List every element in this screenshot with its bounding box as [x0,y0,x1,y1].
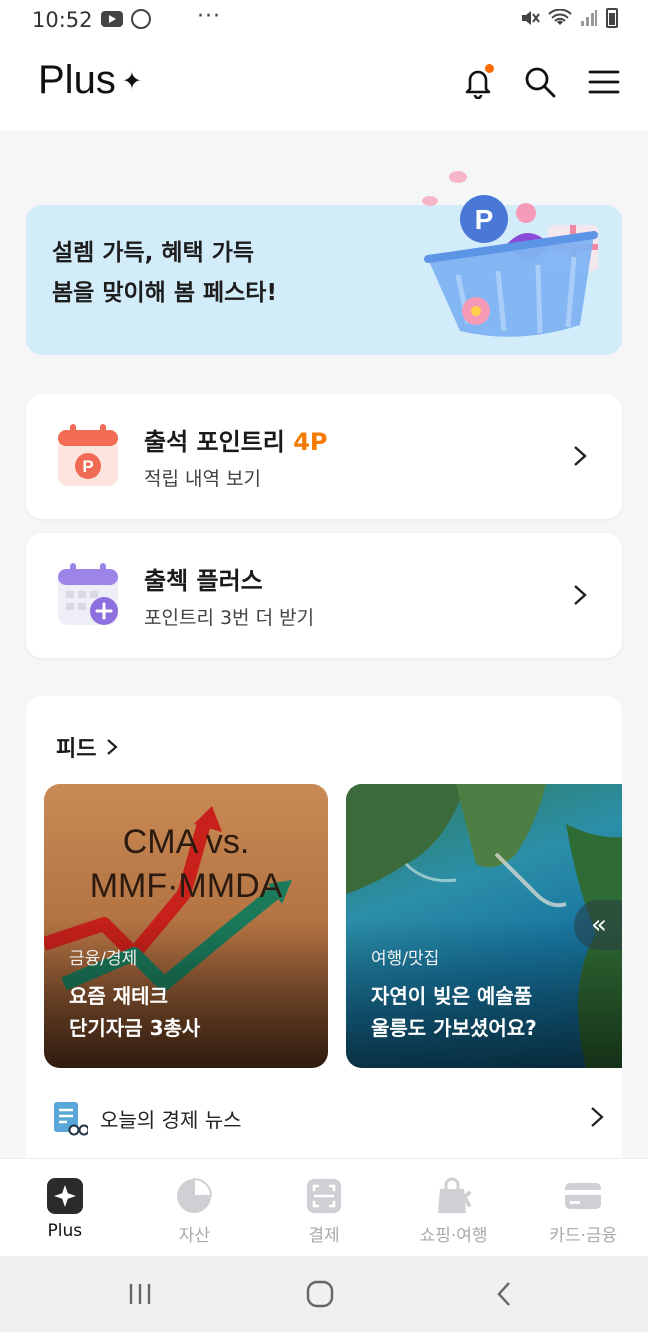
tab-label: 자산 [178,1226,211,1246]
home-button[interactable] [300,1276,340,1312]
tab-assets[interactable]: 자산 [130,1159,260,1256]
economic-news-row[interactable]: 오늘의 경제 뉴스 [52,1096,612,1140]
tab-label: 카드·금융 [549,1226,618,1246]
banner-line-2: 봄을 맞이해 봄 페스타! [52,280,277,306]
tab-card-finance[interactable]: 카드·금융 [518,1159,648,1256]
shopping-bag-icon [435,1177,473,1215]
system-nav-bar [0,1256,648,1332]
notification-dot [485,64,494,73]
youtube-icon [101,11,123,27]
pie-chart-icon [175,1177,213,1215]
feed-card-title-line-1: 자연이 빚은 예술품 [371,984,533,1008]
tab-label: 결제 [308,1226,340,1246]
promo-banner[interactable]: 설렘 가득, 혜택 가득 봄을 맞이해 봄 페스타! P [26,171,622,355]
status-indicators [520,8,618,28]
feed-card-title-line-2: 울릉도 가보셨어요? [371,1016,537,1040]
recent-apps-button[interactable] [120,1276,160,1312]
calendar-points-icon: P [58,424,118,486]
hamburger-icon [588,70,620,94]
feed-card-title-line-2: 단기자금 3총사 [69,1016,201,1040]
tab-payment[interactable]: 결제 [259,1159,389,1256]
wifi-icon [548,9,572,25]
svg-text:P: P [82,457,93,476]
app-header: Plus ✦ [0,40,648,130]
feed-card-category: 금융/경제 [69,949,138,969]
chevron-right-icon [574,585,587,605]
status-bar: 10:52 ··· [0,0,648,40]
home-icon [306,1280,334,1308]
feed-card-finance[interactable]: CMA vs. MMF·MMDA 금융/경제 요즘 재테크 단기자금 3총사 [44,784,328,1068]
chevron-right-icon [574,446,587,466]
bottom-tab-bar: Plus 자산 결제 쇼핑·여행 카드·금융 [0,1158,648,1256]
feed-section: 피드 CMA vs. MMF·MMDA 금융/경제 요즘 재테크 단기자금 3총… [26,696,622,1166]
attendance-plus-subtitle: 포인트리 3번 더 받기 [144,607,315,629]
attendance-plus-card[interactable]: 출첵 플러스 포인트리 3번 더 받기 [26,533,622,658]
tab-plus[interactable]: Plus [0,1159,130,1256]
attendance-plus-title: 출첵 플러스 [144,567,263,595]
recent-apps-icon [129,1284,151,1304]
back-button[interactable] [484,1276,524,1312]
attendance-title-text: 출석 포인트리 [144,428,294,456]
signal-icon [581,10,597,26]
menu-button[interactable] [584,62,624,102]
banner-text: 설렘 가득, 혜택 가득 봄을 맞이해 봄 페스타! [52,233,277,313]
scan-icon [305,1177,343,1215]
battery-icon [606,8,618,28]
search-icon [525,67,556,98]
banner-line-1: 설렘 가득, 혜택 가득 [52,240,255,266]
calendar-plus-icon [58,563,118,625]
notification-button[interactable] [458,62,498,102]
card-icon [564,1177,602,1215]
news-icon [54,1102,88,1136]
feed-card-art-title: CMA vs. MMF·MMDA [44,820,328,908]
logo-star-icon: ✦ [121,68,142,95]
feed-card-title: 자연이 빚은 예술품 울릉도 가보셨어요? [371,980,537,1044]
mute-icon [522,11,540,25]
feed-card-art-line-2: MMF·MMDA [89,867,283,905]
feed-card-art-line-1: CMA vs. [122,823,250,861]
chevron-right-icon [591,1107,604,1127]
feed-heading: 피드 [56,737,97,762]
carousel-prev-button[interactable]: « [574,900,622,950]
gift-basket-illustration: P [422,171,598,337]
app-logo: Plus ✦ [38,58,142,103]
svg-text:P: P [475,204,494,235]
status-time: 10:52 [32,8,93,32]
back-icon [497,1282,510,1306]
tab-shopping-travel[interactable]: 쇼핑·여행 [389,1159,519,1256]
search-button[interactable] [520,62,560,102]
tab-label: 쇼핑·여행 [419,1226,488,1246]
attendance-title: 출석 포인트리 4P [144,422,328,457]
attendance-subtitle: 적립 내역 보기 [144,468,261,490]
attendance-points-card[interactable]: P 출석 포인트리 4P 적립 내역 보기 [26,394,622,519]
economic-news-label: 오늘의 경제 뉴스 [100,1108,242,1132]
feed-card-title: 요즘 재테크 단기자금 3총사 [69,980,200,1044]
tab-label: Plus [47,1221,83,1241]
plus-star-icon [46,1177,84,1215]
chevron-right-icon [107,739,119,755]
attendance-points: 4P [293,428,328,456]
feed-heading-link[interactable]: 피드 [56,731,119,763]
chatgpt-icon [131,9,151,29]
feed-card-category: 여행/맛집 [371,949,440,969]
status-more-icon: ··· [197,4,221,29]
logo-text: Plus [38,58,116,102]
feed-card-title-line-1: 요즘 재테크 [69,984,168,1008]
